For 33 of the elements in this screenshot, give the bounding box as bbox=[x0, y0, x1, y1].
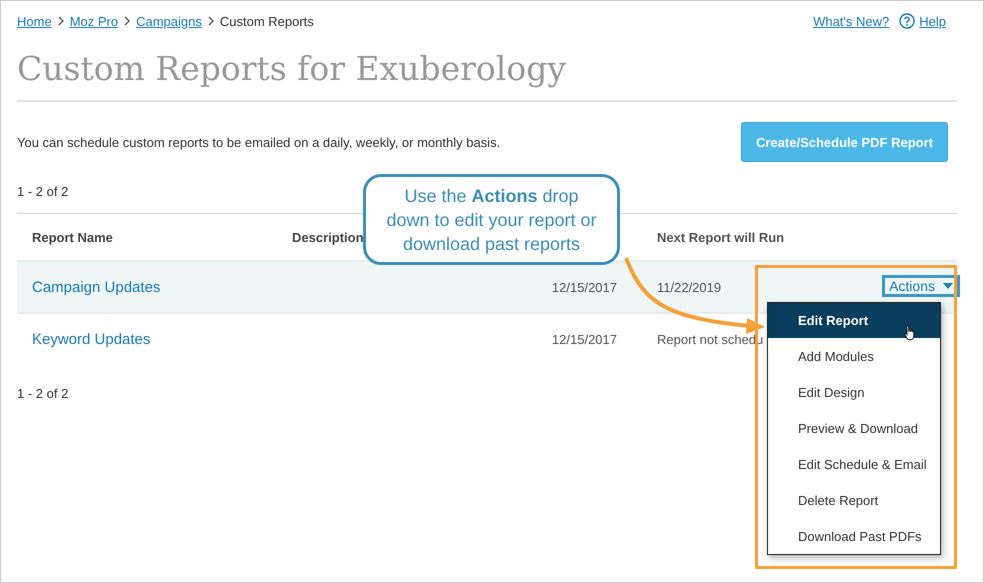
menu-item[interactable]: Download Past PDFs bbox=[768, 518, 940, 554]
column-header: Next Report will Run bbox=[656, 230, 784, 244]
hand-cursor-icon bbox=[904, 325, 916, 341]
result-count: 1 - 2 of 2 bbox=[17, 184, 68, 199]
help-link[interactable]: Help bbox=[919, 14, 946, 28]
column-header: Description bbox=[292, 230, 364, 244]
menu-item[interactable]: Add Modules bbox=[768, 338, 940, 374]
chevron-icon bbox=[124, 16, 130, 26]
table-cell-text: 12/15/2017 bbox=[550, 280, 617, 294]
table-cell-text: 12/15/2017 bbox=[550, 332, 617, 346]
menu-item[interactable]: Edit Design bbox=[768, 374, 940, 410]
whats-new-link[interactable]: What's New? bbox=[813, 14, 890, 28]
help-icon[interactable] bbox=[899, 13, 916, 29]
chevron-icon bbox=[58, 16, 64, 26]
report-name-link[interactable]: Keyword Updates bbox=[17, 330, 292, 348]
chevron-icon bbox=[208, 16, 214, 26]
intro-text: You can schedule custom reports to be emailed on a daily, weekly, or monthly basis. bbox=[17, 134, 500, 150]
report-name-link[interactable]: Campaign Updates bbox=[17, 278, 292, 296]
menu-item[interactable]: Edit Report bbox=[768, 303, 940, 338]
breadcrumb-link[interactable]: Campaigns bbox=[136, 14, 202, 28]
table-cell-text: 11/22/2019 bbox=[656, 280, 722, 294]
page-title: Custom Reports for Exuberology bbox=[17, 49, 957, 102]
actions-dropdown[interactable]: Actions bbox=[882, 275, 960, 297]
breadcrumb-current: Custom Reports bbox=[220, 14, 314, 28]
result-count: 1 - 2 of 2 bbox=[17, 386, 68, 401]
breadcrumb-link[interactable]: Home bbox=[17, 14, 52, 28]
column-header: Report Name bbox=[31, 230, 114, 244]
menu-item[interactable]: Preview & Download bbox=[768, 410, 940, 446]
callout-bubble: Use the Actions drop down to edit your report or download past reports bbox=[363, 174, 620, 265]
menu-item[interactable]: Delete Report bbox=[768, 482, 940, 518]
menu-item[interactable]: Edit Schedule & Email bbox=[768, 446, 940, 482]
breadcrumb-link[interactable]: Moz Pro bbox=[70, 14, 118, 28]
caret-icon bbox=[943, 283, 953, 289]
